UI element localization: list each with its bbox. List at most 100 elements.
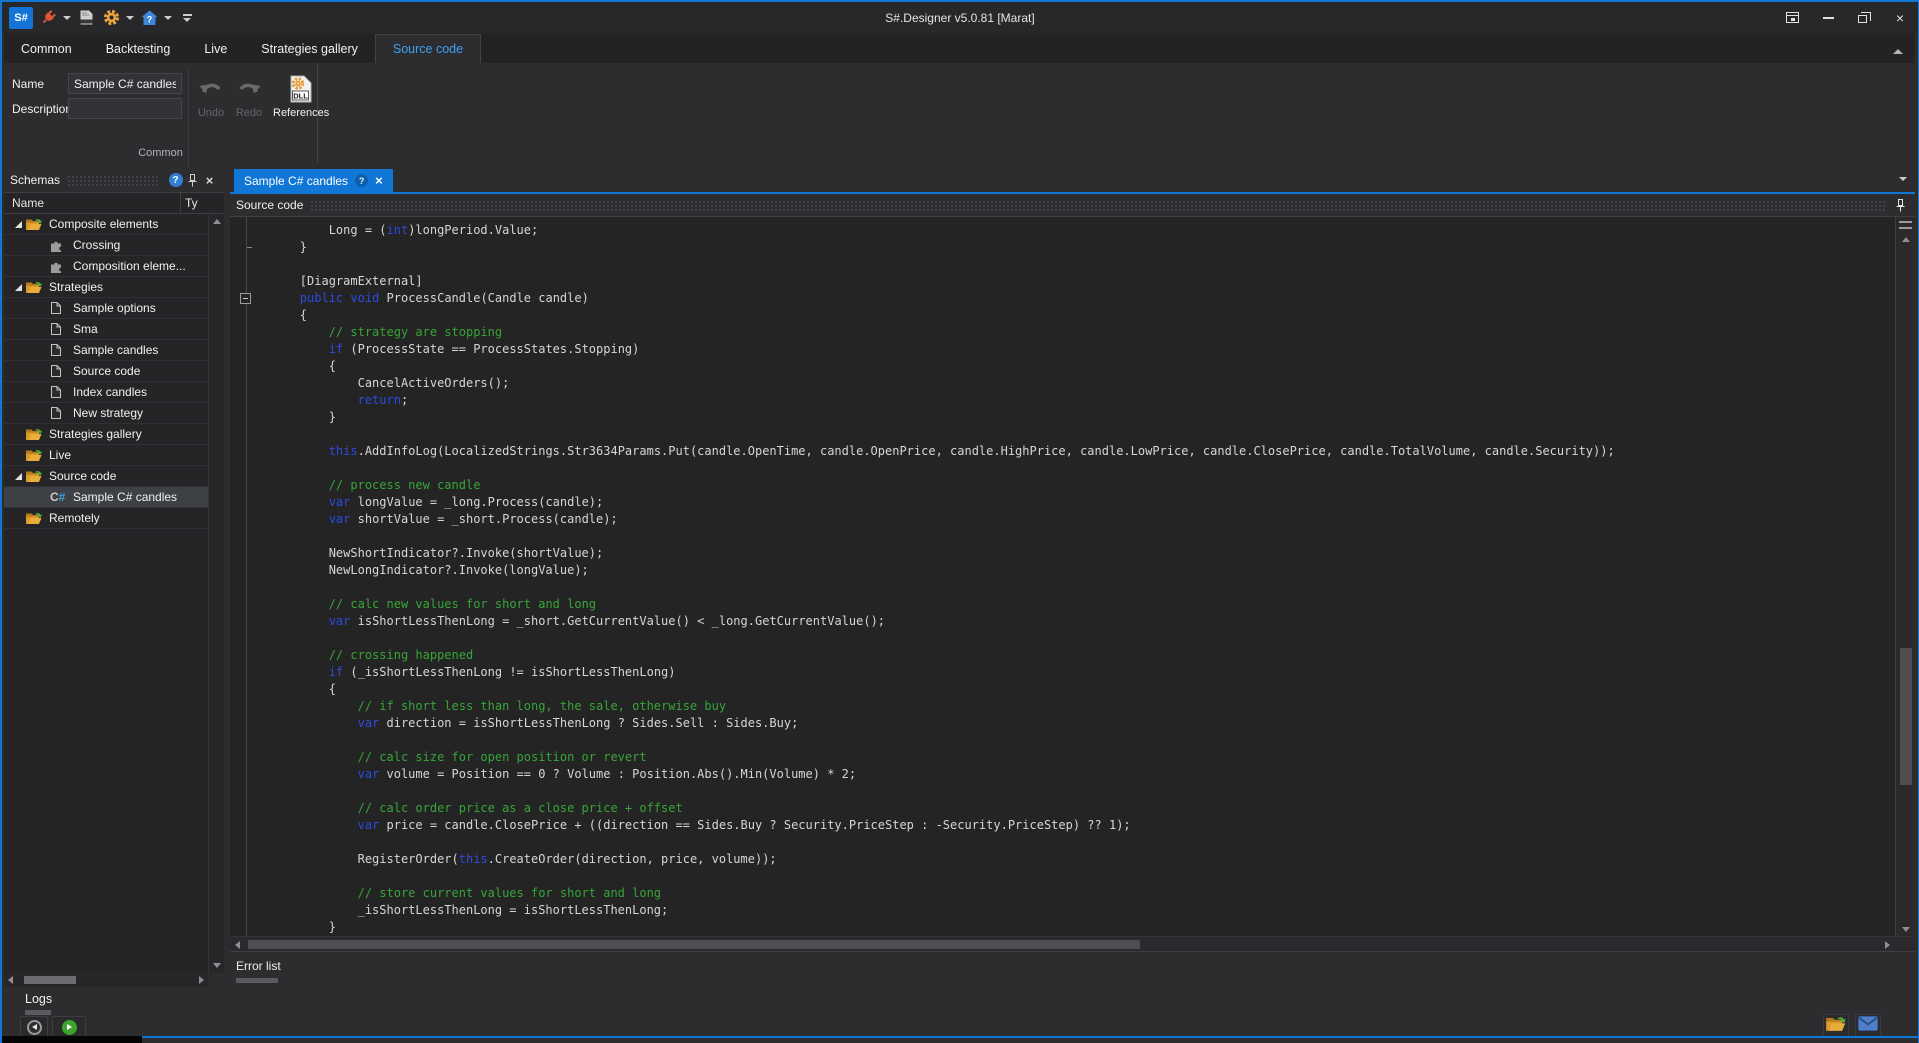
scroll-right-icon[interactable] bbox=[1885, 941, 1890, 949]
tree-item-source-code[interactable]: Source code bbox=[4, 466, 208, 487]
scroll-up-icon[interactable] bbox=[1902, 237, 1910, 242]
close-button[interactable]: × bbox=[1882, 2, 1918, 33]
schemas-panel-header: Schemas ? × bbox=[4, 168, 224, 192]
code-line: RegisterOrder(this.CreateOrder(direction… bbox=[242, 851, 1895, 868]
code-line: _isShortLessThenLong = isShortLessThenLo… bbox=[242, 902, 1895, 919]
settings-gear-icon[interactable] bbox=[101, 6, 121, 30]
scroll-left-icon[interactable] bbox=[235, 941, 240, 949]
ribbon-tab-backtesting[interactable]: Backtesting bbox=[89, 34, 188, 63]
code-text[interactable]: Long = (int)longPeriod.Value; } [Diagram… bbox=[230, 217, 1895, 936]
ribbon-tab-live[interactable]: Live bbox=[187, 34, 244, 63]
ribbon-tab-common[interactable]: Common bbox=[4, 34, 89, 63]
scroll-up-icon[interactable] bbox=[213, 219, 221, 224]
ribbon-tab-source-code[interactable]: Source code bbox=[375, 34, 481, 63]
tree-item-live[interactable]: Live bbox=[4, 445, 208, 466]
tree-item-strategies[interactable]: Strategies bbox=[4, 277, 208, 298]
log-next-button[interactable] bbox=[52, 1016, 86, 1038]
home-dropdown-icon[interactable] bbox=[164, 16, 172, 20]
tree-column-header[interactable]: Name Ty bbox=[4, 192, 224, 214]
references-button[interactable]: DLL References bbox=[270, 71, 332, 121]
ribbon-collapse-icon[interactable] bbox=[1893, 49, 1903, 54]
scroll-down-icon[interactable] bbox=[1902, 927, 1910, 932]
tree-item-sample-c-candles[interactable]: C#Sample C# candles bbox=[4, 487, 208, 508]
code-line: // store current values for short and lo… bbox=[242, 885, 1895, 902]
document-tab[interactable]: Sample C# candles ? × bbox=[234, 169, 393, 192]
tree-item-remotely[interactable]: Remotely bbox=[4, 508, 208, 529]
redo-icon bbox=[236, 73, 262, 105]
mail-button[interactable] bbox=[1855, 1014, 1881, 1038]
tree-item-label: Index candles bbox=[73, 385, 147, 399]
open-folder-button[interactable] bbox=[1823, 1014, 1849, 1038]
tree-item-composite-elements[interactable]: Composite elements bbox=[4, 214, 208, 235]
close-panel-icon[interactable]: × bbox=[201, 172, 218, 189]
ribbon-display-options-button[interactable] bbox=[1774, 2, 1810, 33]
tree-item-new-strategy[interactable]: New strategy bbox=[4, 403, 208, 424]
editor-horizontal-scrollbar[interactable] bbox=[230, 936, 1915, 951]
document-list-dropdown-icon[interactable] bbox=[1899, 177, 1907, 181]
column-type[interactable]: Ty bbox=[181, 196, 198, 210]
ribbon-tab-strategies-gallery[interactable]: Strategies gallery bbox=[244, 34, 375, 63]
column-name[interactable]: Name bbox=[4, 196, 180, 210]
tree-item-sample-options[interactable]: Sample options bbox=[4, 298, 208, 319]
sidebar-hscroll-thumb[interactable] bbox=[24, 976, 76, 984]
tab-close-icon[interactable]: × bbox=[375, 174, 383, 187]
error-list-panel: Error list bbox=[230, 951, 1915, 987]
sidebar-horizontal-scrollbar[interactable] bbox=[4, 973, 208, 987]
tree-item-label: Sma bbox=[73, 322, 98, 336]
editor-hscroll-thumb[interactable] bbox=[248, 940, 1140, 949]
folder-open-icon bbox=[26, 218, 46, 231]
scroll-left-icon[interactable] bbox=[8, 976, 13, 984]
restore-button[interactable] bbox=[1846, 2, 1882, 33]
tree-item-sma[interactable]: Sma bbox=[4, 319, 208, 340]
connect-dropdown-icon[interactable] bbox=[63, 16, 71, 20]
tree-item-source-code[interactable]: Source code bbox=[4, 361, 208, 382]
minimize-button[interactable] bbox=[1810, 2, 1846, 33]
code-line: } bbox=[242, 919, 1895, 936]
help-icon[interactable]: ? bbox=[167, 172, 184, 189]
description-input[interactable] bbox=[68, 98, 182, 119]
redo-button[interactable]: Redo bbox=[232, 71, 266, 121]
connect-plug-icon[interactable] bbox=[38, 6, 58, 30]
taskbar-corner bbox=[2, 1036, 142, 1043]
error-list-tab[interactable]: Error list bbox=[236, 959, 281, 973]
sidebar-vertical-scrollbar[interactable] bbox=[208, 214, 224, 973]
home-help-icon[interactable]: ? bbox=[139, 6, 159, 30]
logs-tab-indicator bbox=[25, 1010, 51, 1015]
scroll-down-icon[interactable] bbox=[213, 963, 221, 968]
error-list-tab-indicator bbox=[236, 978, 278, 983]
tree-item-sample-candles[interactable]: Sample candles bbox=[4, 340, 208, 361]
tree-item-index-candles[interactable]: Index candles bbox=[4, 382, 208, 403]
logs-tab[interactable]: Logs bbox=[25, 992, 52, 1006]
window-bottom-border bbox=[142, 1036, 1918, 1043]
pin-icon[interactable] bbox=[184, 172, 201, 189]
tree-item-strategies-gallery[interactable]: Strategies gallery bbox=[4, 424, 208, 445]
ribbon-display-icon bbox=[1786, 12, 1799, 23]
open-folder-icon bbox=[1826, 1016, 1846, 1037]
expander-icon[interactable] bbox=[10, 284, 26, 291]
s-designer-logo-icon[interactable]: S# bbox=[9, 7, 33, 29]
quick-access-toolbar: S# ? bbox=[2, 6, 197, 30]
log-previous-button[interactable] bbox=[20, 1016, 48, 1038]
schemas-title: Schemas bbox=[10, 173, 60, 187]
expander-icon[interactable] bbox=[10, 221, 26, 228]
editor-vscroll-thumb[interactable] bbox=[1900, 648, 1912, 785]
code-line: Long = (int)longPeriod.Value; bbox=[242, 222, 1895, 239]
tab-help-icon[interactable]: ? bbox=[355, 174, 368, 187]
name-input[interactable] bbox=[68, 73, 182, 94]
editor-vertical-scrollbar[interactable] bbox=[1895, 217, 1915, 936]
tree-item-composition-eleme[interactable]: Composition eleme... bbox=[4, 256, 208, 277]
customize-toolbar-icon[interactable] bbox=[177, 6, 197, 30]
undo-button[interactable]: Undo bbox=[194, 71, 228, 121]
ribbon-inner-separator bbox=[188, 69, 189, 181]
code-line: // strategy are stopping bbox=[242, 324, 1895, 341]
split-editor-handle[interactable] bbox=[1899, 221, 1912, 229]
editor-area: Sample C# candles ? × Source code Long =… bbox=[230, 168, 1915, 987]
tree-item-crossing[interactable]: Crossing bbox=[4, 235, 208, 256]
scroll-right-icon[interactable] bbox=[199, 976, 204, 984]
pin-icon[interactable] bbox=[1892, 197, 1909, 214]
source-code-panel-header: Source code bbox=[230, 194, 1915, 216]
log-file-icon[interactable] bbox=[76, 6, 96, 30]
expander-icon[interactable] bbox=[10, 473, 26, 480]
settings-dropdown-icon[interactable] bbox=[126, 16, 134, 20]
code-editor[interactable]: Long = (int)longPeriod.Value; } [Diagram… bbox=[230, 216, 1915, 936]
